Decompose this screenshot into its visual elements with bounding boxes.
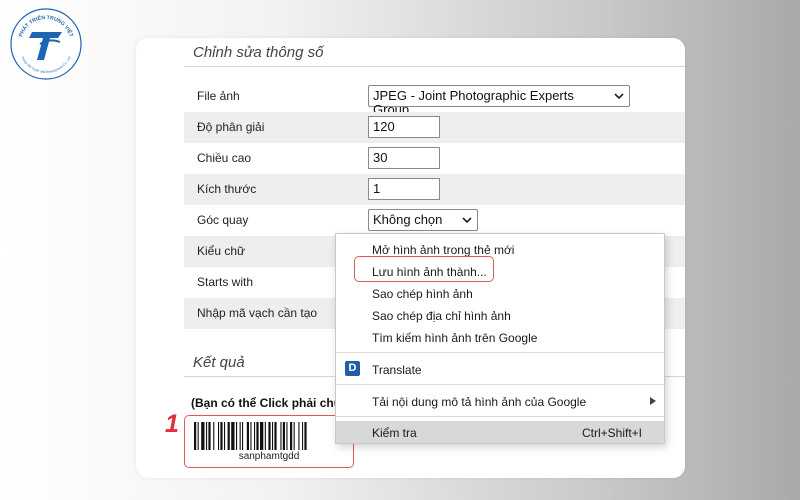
menu-copy-image-address[interactable]: Sao chép địa chỉ hình ảnh bbox=[336, 304, 664, 326]
size-input[interactable]: 1 bbox=[368, 178, 440, 200]
menu-separator bbox=[336, 384, 664, 385]
row-file-type: File ảnh JPEG - Joint Photographic Exper… bbox=[184, 81, 685, 117]
starts-with-label: Starts with bbox=[197, 275, 254, 289]
menu-get-image-descriptions[interactable]: Tải nội dung mô tả hình ảnh của Google bbox=[336, 390, 664, 412]
menu-separator bbox=[336, 416, 664, 417]
chevron-down-icon bbox=[614, 93, 624, 100]
barcode-caption: sanphamtgdd bbox=[238, 451, 300, 462]
barcode-input-label: Nhập mã vạch cần tạo bbox=[197, 306, 318, 320]
resolution-label: Độ phân giải bbox=[197, 120, 265, 134]
height-label: Chiều cao bbox=[197, 151, 252, 165]
height-input[interactable]: 30 bbox=[368, 147, 440, 169]
result-note: (Bạn có thể Click phải chuộ bbox=[191, 396, 349, 410]
rotation-value: Không chọn bbox=[373, 212, 443, 227]
barcode-image[interactable] bbox=[194, 422, 344, 450]
row-height: Chiều cao 30 bbox=[184, 143, 685, 174]
row-resolution: Độ phân giải 120 bbox=[184, 112, 685, 143]
chevron-down-icon bbox=[462, 217, 472, 224]
translate-icon: D bbox=[345, 361, 360, 376]
step-1-badge: 1 bbox=[165, 410, 179, 438]
file-type-label: File ảnh bbox=[197, 89, 240, 103]
settings-section-title: Chỉnh sửa thông số bbox=[193, 44, 324, 61]
menu-search-image-google[interactable]: Tìm kiếm hình ảnh trên Google bbox=[336, 326, 664, 348]
barcode-highlight-frame: sanphamtgdd bbox=[184, 415, 354, 468]
font-label: Kiểu chữ bbox=[197, 244, 246, 258]
save-image-highlight-frame bbox=[354, 256, 494, 282]
menu-separator bbox=[336, 352, 664, 353]
inspect-shortcut: Ctrl+Shift+I bbox=[581, 426, 642, 440]
settings-title-divider bbox=[184, 66, 685, 67]
menu-copy-image[interactable]: Sao chép hình ảnh bbox=[336, 282, 664, 304]
size-label: Kích thước bbox=[197, 182, 257, 196]
menu-inspect[interactable]: Kiểm tra Ctrl+Shift+I bbox=[336, 421, 664, 443]
row-rotation: Góc quay Không chọn bbox=[184, 205, 685, 236]
rotation-select[interactable]: Không chọn bbox=[368, 209, 478, 231]
submenu-arrow-icon bbox=[650, 397, 656, 405]
rotation-label: Góc quay bbox=[197, 213, 249, 227]
file-type-select[interactable]: JPEG - Joint Photographic Experts Group bbox=[368, 85, 630, 117]
company-logo: PHÁT TRIỂN TRUNG VIỆT Trung Viet Trade a… bbox=[10, 8, 82, 80]
menu-translate[interactable]: D Translate bbox=[336, 358, 664, 380]
resolution-input[interactable]: 120 bbox=[368, 116, 440, 138]
row-size: Kích thước 1 bbox=[184, 174, 685, 205]
result-section-title: Kết quả bbox=[193, 354, 245, 371]
